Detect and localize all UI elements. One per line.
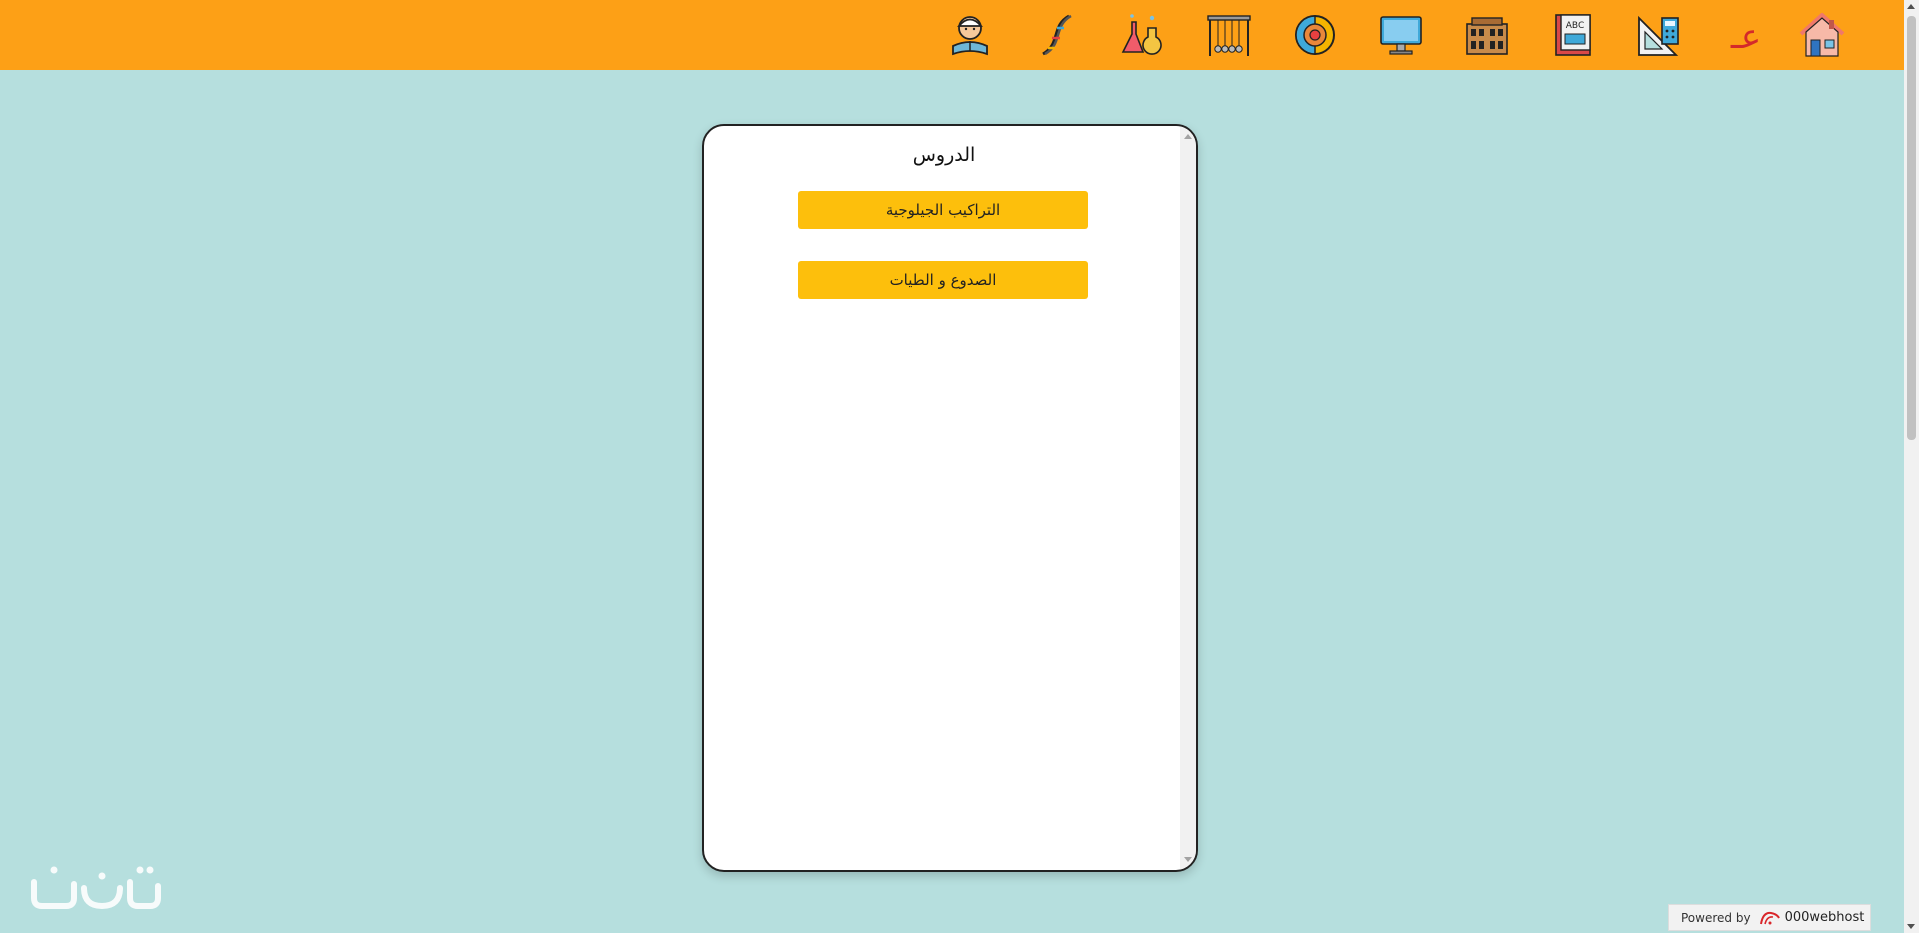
dna-icon[interactable] — [1031, 10, 1081, 60]
computer-icon[interactable] — [1376, 10, 1426, 60]
home-icon[interactable] — [1797, 10, 1847, 60]
panel-scrollbar[interactable] — [1180, 126, 1196, 870]
earth-globe-icon[interactable] — [1290, 10, 1340, 60]
site-watermark-logo — [26, 862, 166, 914]
scroll-up-arrow-icon[interactable] — [1184, 134, 1192, 139]
math-tools-icon[interactable] — [1634, 10, 1684, 60]
page-scroll-thumb[interactable] — [1907, 16, 1916, 440]
top-navigation-bar: ABC عـ — [0, 0, 1904, 70]
lesson-button-geological-structures[interactable]: التراكيب الجيلوجية — [798, 191, 1088, 229]
lesson-button-faults-and-folds[interactable]: الصدوع و الطيات — [798, 261, 1088, 299]
page-scroll-up-icon[interactable] — [1907, 4, 1915, 9]
lessons-panel: الدروس التراكيب الجيلوجية الصدوع و الطيا… — [702, 124, 1198, 872]
scroll-down-arrow-icon[interactable] — [1184, 857, 1192, 862]
history-building-icon[interactable] — [1462, 10, 1512, 60]
svg-text:ABC: ABC — [1566, 21, 1584, 31]
powered-by-badge[interactable]: Powered by 000webhost — [1668, 904, 1871, 931]
webhost-logo-icon — [1759, 911, 1780, 924]
powered-by-brand[interactable]: 000webhost — [1785, 910, 1865, 925]
newtons-cradle-icon[interactable] — [1204, 10, 1254, 60]
lessons-title: الدروس — [912, 144, 976, 166]
quran-reader-icon[interactable] — [945, 10, 995, 60]
page-scrollbar[interactable] — [1904, 0, 1919, 933]
powered-by-label: Powered by — [1681, 910, 1751, 925]
abc-book-icon[interactable]: ABC — [1548, 10, 1598, 60]
chemistry-flasks-icon[interactable] — [1118, 10, 1168, 60]
svg-text:عـ: عـ — [1730, 17, 1761, 57]
page-scroll-down-icon[interactable] — [1907, 924, 1915, 929]
arabic-letter-icon[interactable]: عـ — [1721, 10, 1771, 60]
